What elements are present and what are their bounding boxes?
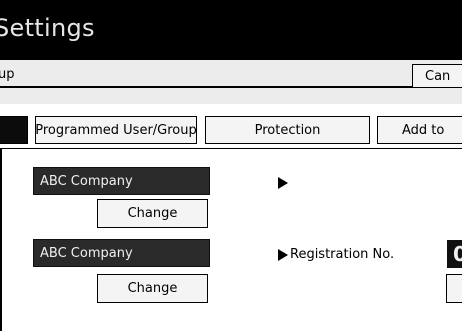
title-bar: Settings <box>0 0 462 58</box>
indicator-1 <box>278 177 290 189</box>
tab-programmed-user-group[interactable]: Programmed User/Group <box>35 116 197 144</box>
tab-selected[interactable] <box>0 116 28 144</box>
company-field-1: ABC Company <box>33 167 210 195</box>
right-triangle-icon <box>278 177 288 189</box>
cancel-button[interactable]: Can <box>412 64 462 88</box>
page-title: Settings <box>0 14 95 42</box>
change-button-2[interactable]: Change <box>97 274 208 303</box>
registration-number-field: 0 <box>447 240 462 268</box>
registration-change-button[interactable] <box>446 274 462 303</box>
divider <box>0 149 2 331</box>
tab-protection[interactable]: Protection <box>205 116 370 144</box>
right-triangle-icon <box>278 248 288 261</box>
tab-add-to[interactable]: Add to <box>377 116 462 144</box>
registration-label: Registration No. <box>290 247 395 262</box>
indicator-2: Registration No. <box>278 247 394 262</box>
company-field-2: ABC Company <box>33 239 210 267</box>
subheader-bar: up <box>0 58 462 104</box>
breadcrumb: up <box>0 67 15 82</box>
divider <box>0 86 462 88</box>
change-button-1[interactable]: Change <box>97 199 208 228</box>
